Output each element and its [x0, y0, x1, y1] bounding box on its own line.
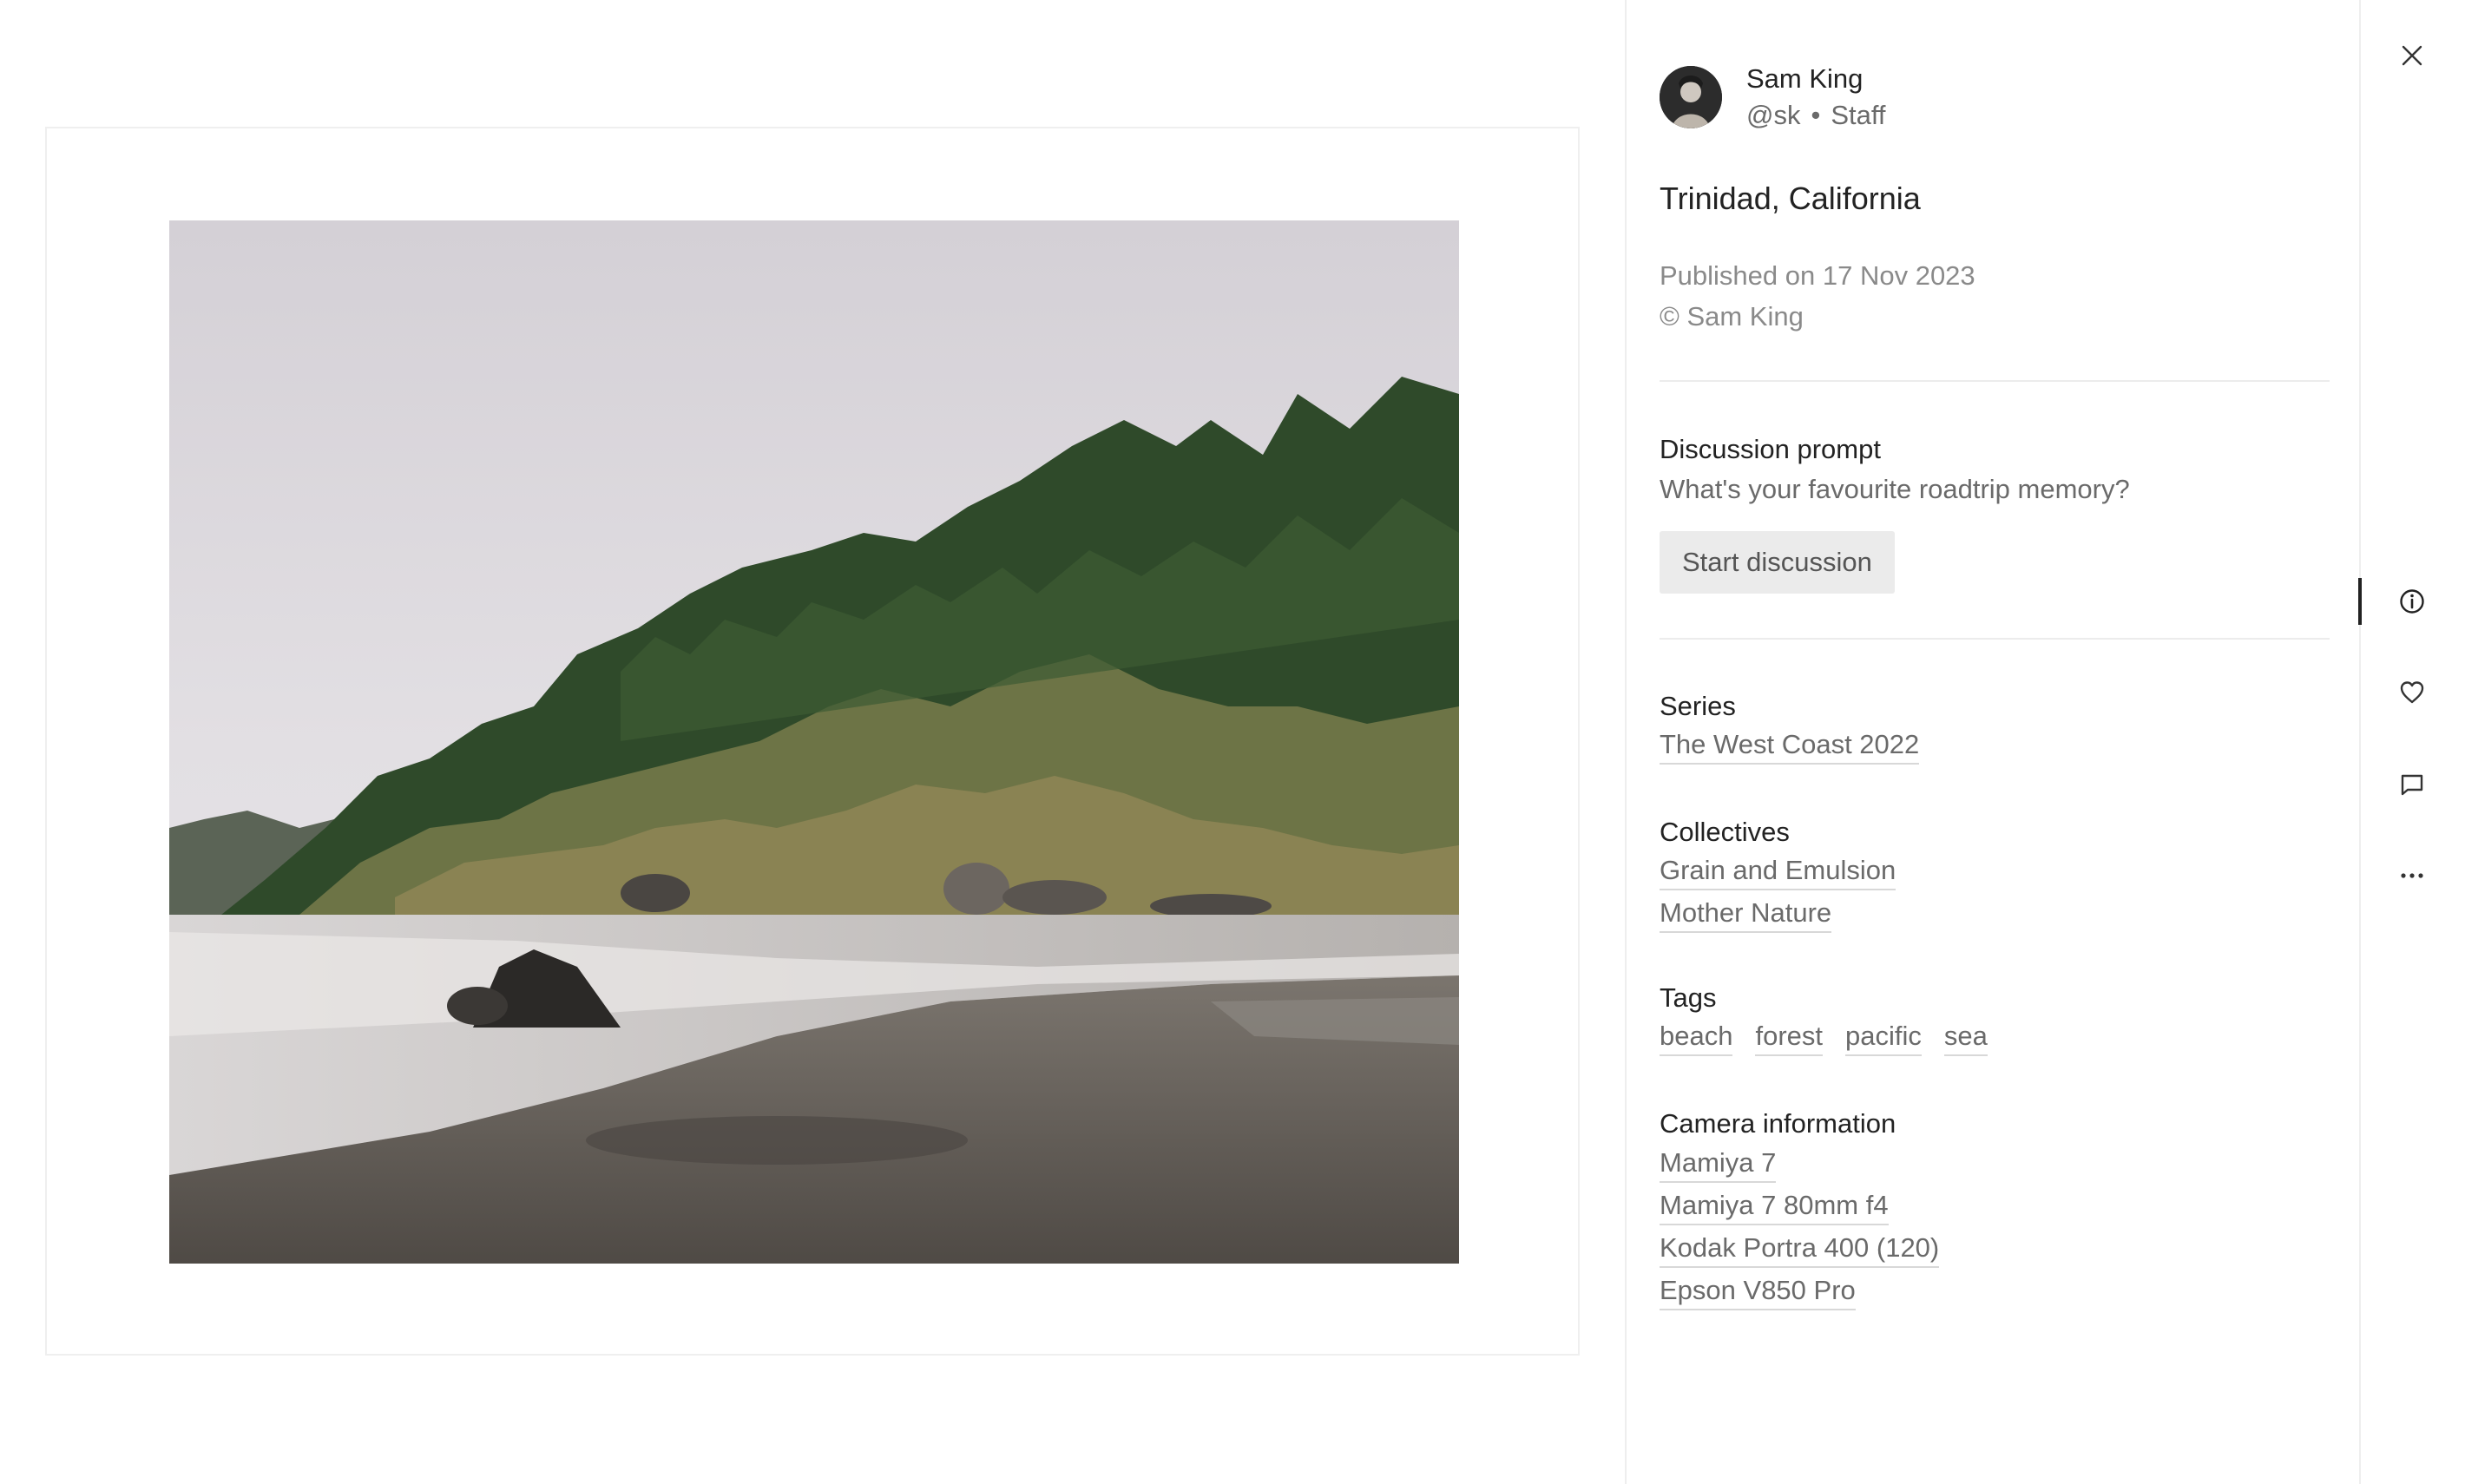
more-button[interactable] — [2393, 857, 2431, 895]
collective-link[interactable]: Grain and Emulsion — [1660, 853, 1896, 890]
photo-viewer — [0, 0, 1625, 1484]
discussion-prompt: What's your favourite roadtrip memory? — [1660, 474, 2130, 504]
publication-info: Published on 17 Nov 2023 © Sam King — [1660, 255, 1975, 337]
tag-link[interactable]: forest — [1755, 1019, 1823, 1056]
photo-title: Trinidad, California — [1660, 181, 1921, 216]
heart-icon — [2400, 681, 2424, 704]
discussion-label: Discussion prompt — [1660, 434, 1881, 464]
author-block[interactable]: Sam King @sk • Staff — [1660, 61, 1886, 134]
tag-link[interactable]: beach — [1660, 1019, 1733, 1056]
meta-separator: • — [1811, 100, 1821, 130]
photo-frame — [45, 127, 1580, 1356]
series-list: The West Coast 2022 — [1660, 727, 1920, 765]
close-icon — [2402, 45, 2422, 66]
collectives-label: Collectives — [1660, 817, 1790, 847]
divider — [1660, 638, 2330, 640]
info-button[interactable] — [2393, 582, 2431, 621]
author-handle: @sk — [1746, 100, 1801, 130]
tag-link[interactable]: pacific — [1845, 1019, 1922, 1056]
action-rail — [2358, 0, 2465, 1484]
tags-list: beach forest pacific sea — [1660, 1019, 1988, 1056]
author-name[interactable]: Sam King — [1746, 61, 1886, 97]
series-link[interactable]: The West Coast 2022 — [1660, 727, 1920, 765]
avatar-image — [1660, 66, 1722, 128]
like-button[interactable] — [2393, 673, 2431, 712]
series-label: Series — [1660, 691, 1736, 721]
camera-list: Mamiya 7 Mamiya 7 80mm f4 Kodak Portra 4… — [1660, 1146, 1940, 1310]
info-icon — [2400, 589, 2424, 614]
collective-link[interactable]: Mother Nature — [1660, 896, 1832, 933]
active-indicator — [2358, 578, 2362, 625]
tag-link[interactable]: sea — [1943, 1019, 1988, 1056]
avatar[interactable] — [1660, 66, 1722, 128]
start-discussion-button[interactable]: Start discussion — [1660, 531, 1895, 594]
divider — [1660, 380, 2330, 382]
tags-label: Tags — [1660, 982, 1717, 1013]
close-button[interactable] — [2393, 36, 2431, 75]
author-text: Sam King @sk • Staff — [1746, 61, 1886, 134]
more-icon — [2401, 873, 2423, 878]
camera-link[interactable]: Epson V850 Pro — [1660, 1273, 1856, 1310]
beach-landscape-image — [169, 220, 1459, 1264]
comment-button[interactable] — [2393, 765, 2431, 804]
camera-label: Camera information — [1660, 1108, 1896, 1139]
photo-info-panel: Sam King @sk • Staff Trinidad, Californi… — [1625, 0, 2359, 1484]
author-role: Staff — [1831, 100, 1886, 130]
photo-image[interactable] — [169, 220, 1459, 1264]
camera-link[interactable]: Mamiya 7 — [1660, 1146, 1777, 1183]
camera-link[interactable]: Kodak Portra 400 (120) — [1660, 1231, 1940, 1268]
author-meta: @sk • Staff — [1746, 97, 1886, 134]
comment-icon — [2401, 774, 2423, 796]
copyright: © Sam King — [1660, 301, 1804, 332]
published-date: Published on 17 Nov 2023 — [1660, 260, 1975, 291]
collectives-list: Grain and Emulsion Mother Nature — [1660, 853, 1896, 933]
camera-link[interactable]: Mamiya 7 80mm f4 — [1660, 1188, 1889, 1225]
